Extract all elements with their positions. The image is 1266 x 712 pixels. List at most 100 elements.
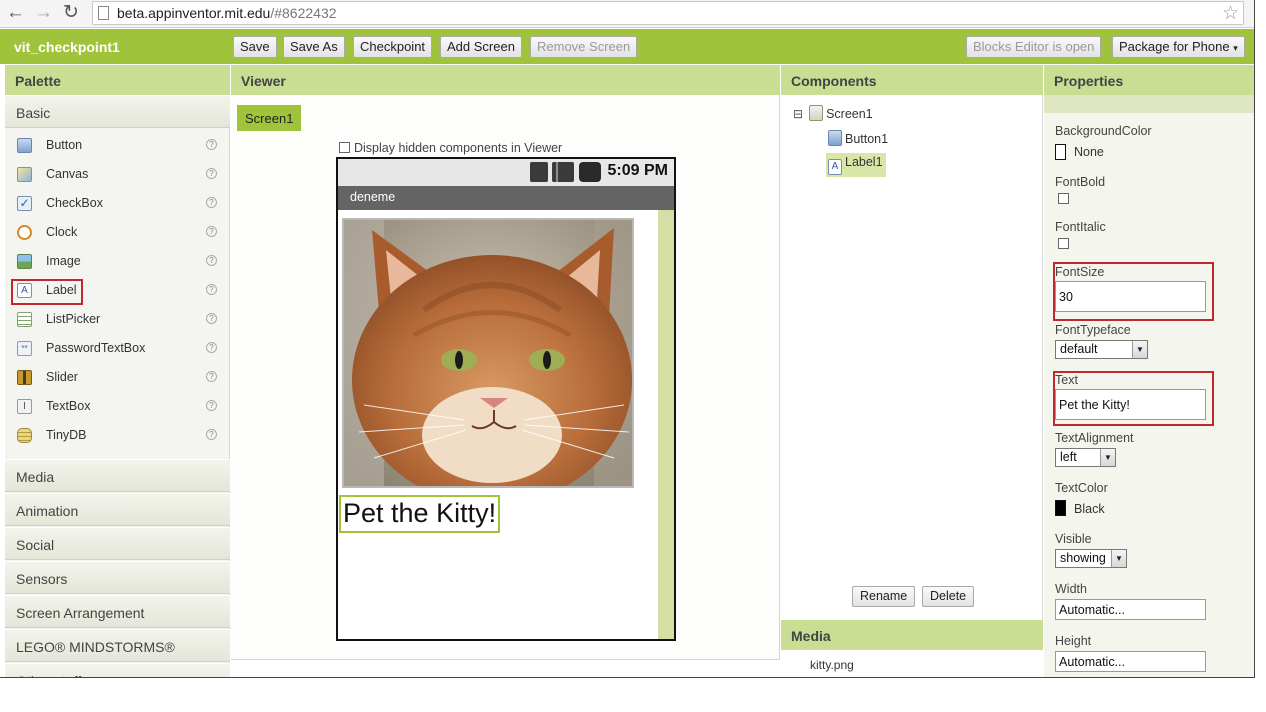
- canvas-icon: [17, 167, 32, 182]
- palette-panel: Basic Button ? Canvas ? ✓ CheckBox ? Clo…: [5, 95, 230, 677]
- package-label: Package for Phone: [1119, 39, 1230, 54]
- help-icon[interactable]: ?: [206, 284, 217, 295]
- help-icon[interactable]: ?: [206, 342, 217, 353]
- palette-item-listpicker[interactable]: ListPicker ?: [5, 306, 230, 335]
- signal-icon: [552, 162, 574, 182]
- palette-item-slider[interactable]: Slider ?: [5, 364, 230, 393]
- help-icon[interactable]: ?: [206, 255, 217, 266]
- width-input[interactable]: Automatic...: [1055, 599, 1206, 620]
- display-hidden-checkbox-row[interactable]: Display hidden components in Viewer: [339, 141, 562, 155]
- help-icon[interactable]: ?: [206, 168, 217, 179]
- help-icon[interactable]: ?: [206, 197, 217, 208]
- tree-item-button1[interactable]: Button1: [828, 130, 888, 146]
- textcolor-value[interactable]: Black: [1074, 502, 1105, 516]
- palette-item-checkbox[interactable]: ✓ CheckBox ?: [5, 190, 230, 219]
- viewer-header: Viewer: [231, 65, 780, 95]
- button-icon: [828, 130, 842, 146]
- remove-screen-button[interactable]: Remove Screen: [530, 36, 638, 58]
- textbox-icon: I: [17, 399, 32, 414]
- palette-item-label: Slider: [46, 370, 78, 384]
- textcolor-swatch[interactable]: [1055, 500, 1066, 516]
- screen-selector-button[interactable]: Screen1: [237, 105, 301, 131]
- tree-label: Screen1: [826, 107, 873, 121]
- viewer-panel: Screen1 Display hidden components in Vie…: [231, 95, 780, 660]
- fontitalic-checkbox[interactable]: [1058, 238, 1069, 249]
- browser-chrome: ← → ↻ beta.appinventor.mit.edu/#8622432 …: [0, 0, 1254, 28]
- fonttypeface-value: default: [1060, 342, 1098, 356]
- palette-item-label: TextBox: [46, 399, 91, 413]
- help-icon[interactable]: ?: [206, 313, 217, 324]
- visible-value: showing: [1060, 551, 1106, 565]
- tree-item-screen1[interactable]: ⊟ Screen1: [793, 105, 873, 121]
- listpicker-icon: [17, 312, 32, 327]
- prop-width-label: Width: [1055, 582, 1087, 596]
- properties-strip: [1044, 95, 1254, 113]
- kitty-image[interactable]: [342, 218, 634, 488]
- palette-group-animation[interactable]: Animation: [5, 493, 230, 526]
- palette-item-canvas[interactable]: Canvas ?: [5, 161, 230, 190]
- height-input[interactable]: Automatic...: [1055, 651, 1206, 672]
- fonttypeface-select[interactable]: default ▼: [1055, 340, 1148, 359]
- palette-item-clock[interactable]: Clock ?: [5, 219, 230, 248]
- back-arrow-icon[interactable]: ←: [6, 2, 25, 24]
- palette-group-basic[interactable]: Basic: [5, 95, 230, 128]
- phone-label1[interactable]: Pet the Kitty!: [339, 495, 501, 533]
- reload-icon[interactable]: ↻: [63, 2, 79, 24]
- help-icon[interactable]: ?: [206, 371, 217, 382]
- add-screen-button[interactable]: Add Screen: [440, 36, 522, 58]
- help-icon[interactable]: ?: [206, 226, 217, 237]
- backgroundcolor-swatch[interactable]: [1055, 144, 1066, 160]
- backgroundcolor-value[interactable]: None: [1074, 145, 1104, 159]
- components-header: Components: [781, 65, 1043, 95]
- display-hidden-checkbox[interactable]: [339, 142, 350, 153]
- gps-icon: [530, 162, 548, 182]
- phone-scrollbar[interactable]: [658, 210, 674, 639]
- collapse-icon[interactable]: ⊟: [793, 107, 803, 121]
- image-icon: [17, 254, 32, 269]
- label-highlight-box: [11, 279, 83, 305]
- palette-group-screen-arrangement[interactable]: Screen Arrangement: [5, 595, 230, 628]
- palette-group-media[interactable]: Media: [5, 459, 230, 492]
- palette-group-sensors[interactable]: Sensors: [5, 561, 230, 594]
- dropdown-arrow-icon: ▼: [1100, 449, 1115, 466]
- help-icon[interactable]: ?: [206, 400, 217, 411]
- display-hidden-label: Display hidden components in Viewer: [354, 141, 563, 155]
- checkpoint-button[interactable]: Checkpoint: [353, 36, 433, 58]
- prop-textalignment-label: TextAlignment: [1055, 431, 1134, 445]
- forward-arrow-icon[interactable]: →: [34, 2, 53, 24]
- url-text: beta.appinventor.mit.edu/#8622432: [117, 5, 337, 21]
- dropdown-arrow-icon: ▼: [1111, 550, 1126, 567]
- palette-item-label: Button: [46, 138, 83, 152]
- blocks-editor-button[interactable]: Blocks Editor is open: [966, 36, 1102, 58]
- media-item-kitty[interactable]: kitty.png: [810, 658, 854, 672]
- password-icon: **: [17, 341, 32, 356]
- address-bar[interactable]: beta.appinventor.mit.edu/#8622432 ☆: [92, 1, 1244, 25]
- dropdown-arrow-icon: ▾: [1233, 43, 1238, 53]
- bookmark-star-icon[interactable]: ☆: [1222, 2, 1239, 25]
- palette-group-lego-mindstorms[interactable]: LEGO® MINDSTORMS®: [5, 629, 230, 662]
- tree-label: Button1: [845, 132, 889, 146]
- rename-button[interactable]: Rename: [852, 586, 916, 607]
- palette-item-textbox[interactable]: I TextBox ?: [5, 393, 230, 422]
- tree-item-label1[interactable]: A Label1: [826, 153, 886, 177]
- fontbold-checkbox[interactable]: [1058, 193, 1069, 204]
- textalignment-select[interactable]: left ▼: [1055, 448, 1116, 467]
- save-as-button[interactable]: Save As: [283, 36, 345, 58]
- prop-textcolor-label: TextColor: [1055, 481, 1108, 495]
- palette-group-social[interactable]: Social: [5, 527, 230, 560]
- delete-button[interactable]: Delete: [922, 586, 975, 607]
- phone-preview: 5:09 PM deneme Pet the Kitty!: [336, 157, 676, 641]
- palette-header: Palette: [5, 65, 230, 95]
- visible-select[interactable]: showing ▼: [1055, 549, 1127, 568]
- checkbox-icon: ✓: [17, 196, 32, 211]
- palette-item-passwordtextbox[interactable]: ** PasswordTextBox ?: [5, 335, 230, 364]
- palette-item-button[interactable]: Button ?: [5, 132, 230, 161]
- help-icon[interactable]: ?: [206, 429, 217, 440]
- palette-item-tinydb[interactable]: TinyDB ?: [5, 422, 230, 451]
- palette-group-other-stuff[interactable]: Other stuff: [5, 663, 230, 677]
- help-icon[interactable]: ?: [206, 139, 217, 150]
- save-button[interactable]: Save: [233, 36, 277, 58]
- palette-item-image[interactable]: Image ?: [5, 248, 230, 277]
- package-for-phone-button[interactable]: Package for Phone ▾: [1112, 36, 1245, 58]
- palette-item-label: CheckBox: [46, 196, 103, 210]
